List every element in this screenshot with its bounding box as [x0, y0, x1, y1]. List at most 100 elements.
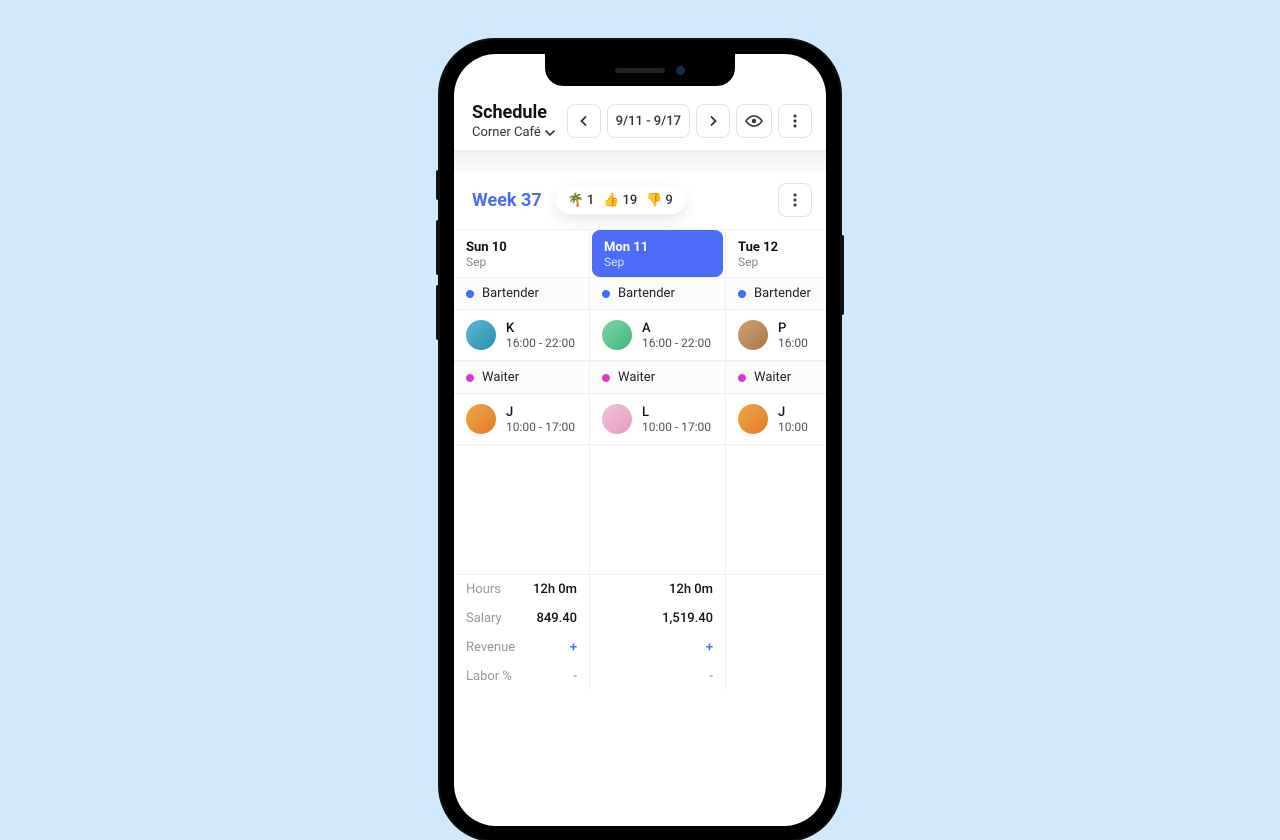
stat-value: - [573, 669, 577, 684]
stat-row-salary: Salary 849.40 [454, 604, 589, 633]
employee-initial: J [506, 405, 575, 420]
more-button[interactable] [778, 104, 812, 138]
day-column: Tue 12Sep Bartender P16:00 Waiter J10:00 [726, 230, 826, 691]
day-column: Sun 10SepBartenderK16:00 - 22:00WaiterJ1… [454, 230, 590, 691]
add-revenue-button[interactable]: + [570, 640, 577, 655]
role-header: Waiter [726, 361, 826, 394]
shift-time: 16:00 - 22:00 [642, 336, 711, 350]
role-color-dot [466, 290, 474, 298]
day-month: Sep [466, 255, 577, 269]
shift-time: 10:00 - 17:00 [506, 420, 575, 434]
stat-row-hours: 12h 0m [590, 575, 725, 604]
stat-value: 1,519.40 [662, 611, 713, 626]
thumbs-up-icon: 👍 [603, 193, 619, 208]
reactions-pill[interactable]: 🌴1 👍19 👎9 [556, 187, 685, 214]
shift-card[interactable]: P16:00 [726, 310, 826, 361]
role-name: Waiter [618, 370, 655, 385]
stat-label: Labor % [466, 669, 512, 684]
role-color-dot [602, 374, 610, 382]
employee-initial: K [506, 321, 575, 336]
role-header: Bartender [590, 277, 725, 310]
day-header[interactable]: Sun 10Sep [454, 230, 589, 277]
stat-value: 849.40 [536, 611, 577, 626]
week-bar: Week 37 🌴1 👍19 👎9 [454, 173, 826, 229]
employee-initial: J [778, 405, 808, 420]
chevron-down-icon [545, 130, 555, 136]
stat-row-labor: Labor % - [454, 662, 589, 691]
shift-time: 16:00 [778, 336, 808, 350]
screen: Schedule Corner Café 9/11 - 9/17 [454, 54, 826, 826]
shift-card[interactable]: A16:00 - 22:00 [590, 310, 725, 361]
add-revenue-button[interactable]: + [706, 640, 713, 655]
day-month: Sep [604, 255, 711, 269]
stat-row-hours [726, 575, 826, 589]
location-selector[interactable]: Corner Café [472, 125, 555, 140]
stat-row-labor: - [590, 662, 725, 691]
role-name: Waiter [482, 370, 519, 385]
stat-value: 12h 0m [533, 582, 577, 597]
stat-row-salary: 1,519.40 [590, 604, 725, 633]
day-column: Mon 11SepBartenderA16:00 - 22:00WaiterL1… [590, 230, 726, 691]
shift-time: 10:00 [778, 420, 808, 434]
stat-row-revenue: + [590, 633, 725, 662]
stat-row-salary [726, 589, 826, 603]
shift-time: 16:00 - 22:00 [506, 336, 575, 350]
week-label: Week 37 [472, 190, 542, 211]
prev-week-button[interactable] [567, 104, 601, 138]
avatar [738, 320, 768, 350]
employee-initial: A [642, 321, 711, 336]
stat-value: - [709, 669, 713, 684]
page-title: Schedule [472, 102, 555, 123]
stat-row-hours: Hours 12h 0m [454, 575, 589, 604]
stat-value: 12h 0m [669, 582, 713, 597]
role-color-dot [466, 374, 474, 382]
arrow-right-icon [707, 115, 719, 127]
palm-icon: 🌴 [568, 193, 584, 208]
stat-label: Hours [466, 582, 501, 597]
day-header[interactable]: Mon 11Sep [592, 230, 723, 277]
arrow-left-icon [578, 115, 590, 127]
shift-card[interactable]: K16:00 - 22:00 [454, 310, 589, 361]
role-color-dot [738, 374, 746, 382]
day-month: Sep [738, 255, 826, 269]
visibility-button[interactable] [736, 104, 772, 138]
shift-card[interactable]: J10:00 [726, 394, 826, 445]
next-week-button[interactable] [696, 104, 730, 138]
shift-card[interactable]: J10:00 - 17:00 [454, 394, 589, 445]
role-header: Waiter [454, 361, 589, 394]
role-name: Bartender [754, 286, 811, 301]
location-name: Corner Café [472, 125, 541, 140]
role-name: Bartender [618, 286, 675, 301]
stat-label: Salary [466, 611, 502, 626]
stat-row-revenue [726, 603, 826, 617]
phone-frame: Schedule Corner Café 9/11 - 9/17 [440, 40, 840, 840]
dots-vertical-icon [793, 193, 797, 207]
thumbs-down-icon: 👎 [646, 193, 662, 208]
dots-vertical-icon [793, 114, 797, 128]
avatar [466, 320, 496, 350]
role-color-dot [602, 290, 610, 298]
week-more-button[interactable] [778, 183, 812, 217]
role-name: Waiter [754, 370, 791, 385]
shift-time: 10:00 - 17:00 [642, 420, 711, 434]
day-title: Sun 10 [466, 240, 577, 255]
role-header: Bartender [454, 277, 589, 310]
avatar [738, 404, 768, 434]
day-title: Tue 12 [738, 240, 826, 255]
date-range[interactable]: 9/11 - 9/17 [607, 104, 690, 138]
shift-card[interactable]: L10:00 - 17:00 [590, 394, 725, 445]
avatar [602, 404, 632, 434]
role-header: Waiter [590, 361, 725, 394]
role-color-dot [738, 290, 746, 298]
role-header: Bartender [726, 277, 826, 310]
day-title: Mon 11 [604, 240, 711, 255]
avatar [466, 404, 496, 434]
avatar [602, 320, 632, 350]
stat-row-revenue: Revenue + [454, 633, 589, 662]
day-header[interactable]: Tue 12Sep [726, 230, 826, 277]
employee-initial: L [642, 405, 711, 420]
employee-initial: P [778, 321, 808, 336]
day-columns[interactable]: Sun 10SepBartenderK16:00 - 22:00WaiterJ1… [454, 229, 826, 691]
stat-row-labor [726, 617, 826, 631]
stat-label: Revenue [466, 640, 515, 655]
